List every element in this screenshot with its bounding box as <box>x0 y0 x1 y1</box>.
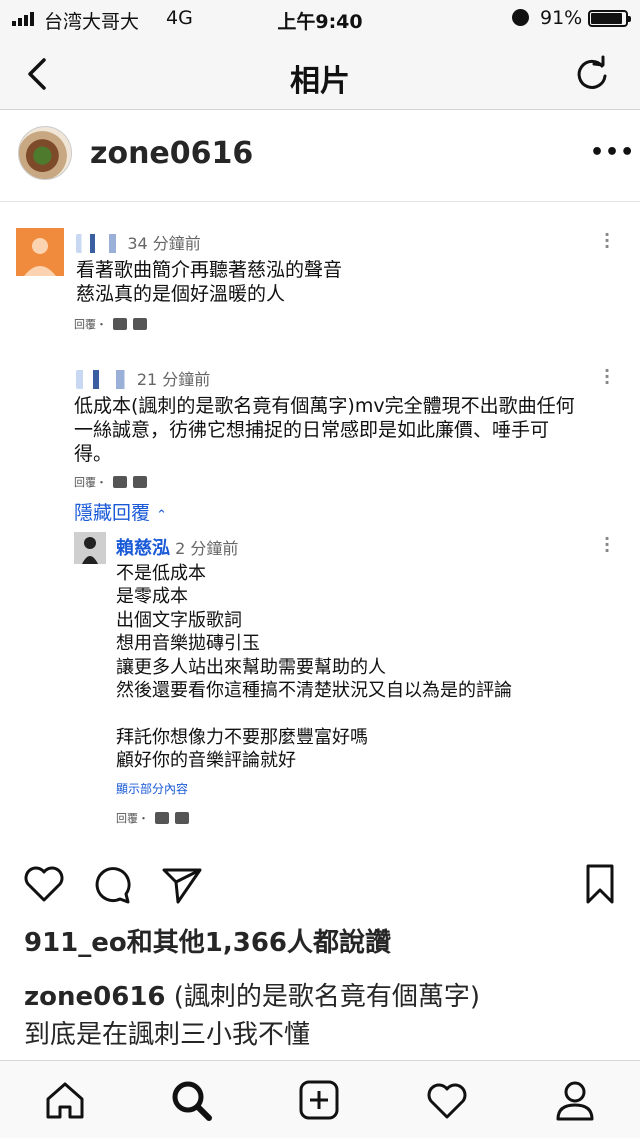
battery-percent: 91% <box>540 7 583 29</box>
likes-count[interactable]: 911_eo和其他1,366人都說讚 <box>24 922 391 959</box>
reply-link[interactable]: 回覆・ <box>74 474 107 490</box>
reply-actions: 回覆・ <box>116 810 189 826</box>
blurred-username: xxxxxx <box>76 370 133 389</box>
commenter-avatar <box>16 228 64 276</box>
comment-actions: 回覆・ <box>74 316 147 332</box>
post-caption: zone0616 (諷刺的是歌名竟有個萬字) 到底是在諷刺三小我不懂 <box>24 978 624 1054</box>
reply-author-line: 賴慈泓 2 分鐘前 <box>116 534 238 560</box>
show-more-link[interactable]: 顯示部分內容 <box>116 780 188 797</box>
comment-icon[interactable] <box>88 860 136 908</box>
reply-link[interactable]: 回覆・ <box>116 810 149 826</box>
status-bar: 台湾大哥大 4G 上午9:40 91% <box>0 0 640 36</box>
comment-author: xxxxx34 分鐘前 <box>76 230 201 254</box>
profile-icon[interactable] <box>552 1077 598 1123</box>
thumbs-up-icon[interactable] <box>155 812 169 824</box>
thumbs-up-icon[interactable] <box>113 476 127 488</box>
reply-author-avatar <box>74 532 106 564</box>
battery-icon <box>588 10 631 27</box>
bottom-tab-bar <box>0 1060 640 1138</box>
search-icon[interactable] <box>168 1077 214 1123</box>
page-title: 相片 <box>290 64 350 99</box>
send-icon[interactable] <box>158 860 206 908</box>
comment-actions: 回覆・ <box>74 474 147 490</box>
heart-icon[interactable] <box>20 860 68 908</box>
bookmark-icon[interactable] <box>576 860 624 908</box>
reply-text: 不是低成本 是零成本 出個文字版歌詞 想用音樂拋磚引玉 讓更多人站出來幫助需要幫… <box>116 563 512 772</box>
hide-replies-link[interactable]: 隱藏回覆 ⌃ <box>74 498 167 525</box>
comment-text: 低成本(諷刺的是歌名竟有個萬字)mv完全體現不出歌曲任何 一絲誠意，彷彿它想捕捉… <box>74 395 575 465</box>
reply-link[interactable]: 回覆・ <box>74 316 107 332</box>
thumbs-down-icon[interactable] <box>133 476 147 488</box>
more-vertical-icon[interactable]: · · · <box>604 531 610 559</box>
more-vertical-icon[interactable]: · · · <box>604 227 610 255</box>
caption-username[interactable]: zone0616 <box>24 982 166 1012</box>
reply-time: 2 分鐘前 <box>175 539 239 558</box>
more-horizontal-icon[interactable]: ••• <box>590 140 634 165</box>
blurred-username: xxxxx <box>76 234 124 253</box>
add-post-icon[interactable] <box>296 1077 342 1123</box>
reply-author[interactable]: 賴慈泓 <box>116 538 170 559</box>
comment-text: 看著歌曲簡介再聽著慈泓的聲音 慈泓真的是個好溫暖的人 <box>76 259 343 305</box>
thumbs-up-icon[interactable] <box>113 318 127 330</box>
thumbs-down-icon[interactable] <box>133 318 147 330</box>
activity-heart-icon[interactable] <box>424 1077 470 1123</box>
thumbs-down-icon[interactable] <box>175 812 189 824</box>
comments-image: xxxxx34 分鐘前 ··· 看著歌曲簡介再聽著慈泓的聲音 慈泓真的是個好溫暖… <box>0 202 640 850</box>
refresh-icon[interactable] <box>572 54 612 94</box>
alarm-icon <box>512 9 529 26</box>
post-actions <box>0 852 640 916</box>
avatar[interactable] <box>18 126 72 180</box>
comment-author: xxxxxx21 分鐘前 <box>76 366 210 390</box>
post-header: zone0616 ••• <box>0 110 640 202</box>
nav-bar: 相片 <box>0 36 640 110</box>
home-icon[interactable] <box>42 1077 88 1123</box>
more-vertical-icon[interactable]: · · · <box>604 363 610 391</box>
chevron-up-icon: ⌃ <box>156 508 167 523</box>
post-username[interactable]: zone0616 <box>90 136 253 171</box>
